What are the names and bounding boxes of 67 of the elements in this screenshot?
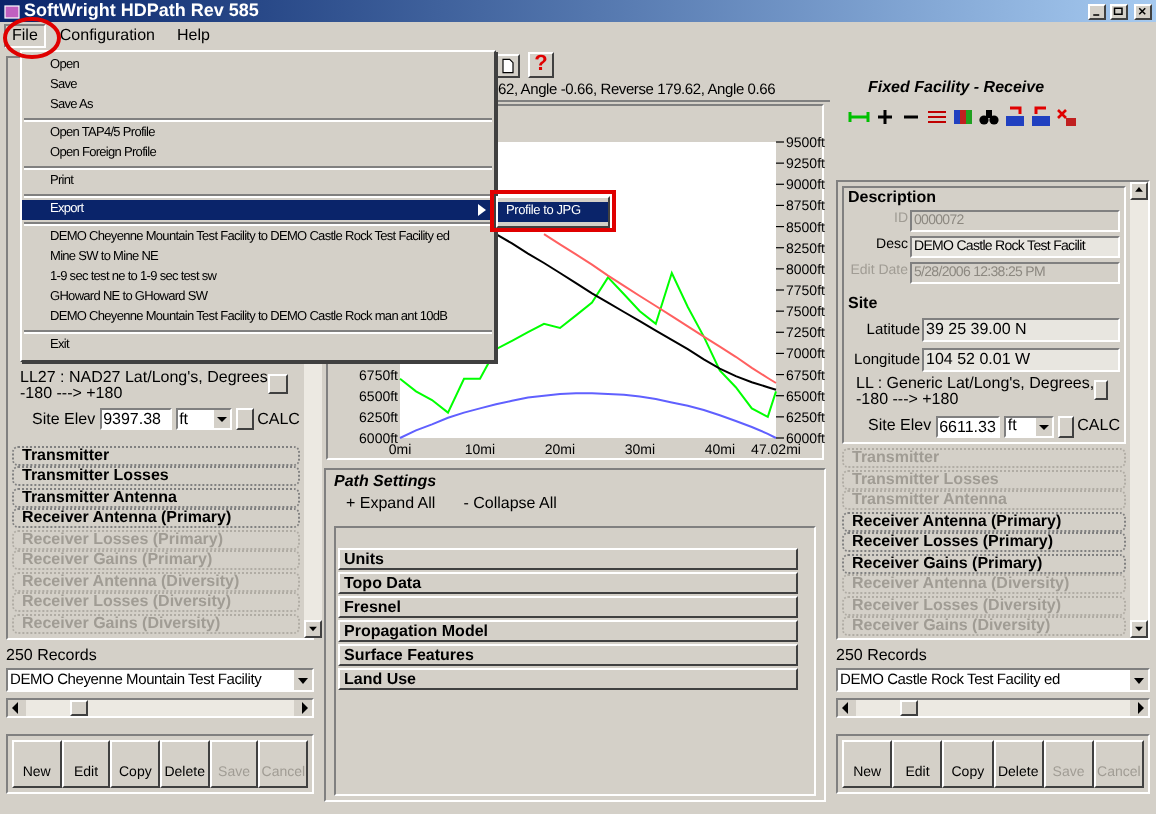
elevation-field[interactable]: 9397.38 <box>99 408 172 430</box>
text-field[interactable]: 39 25 39.00 N <box>922 318 1120 342</box>
scrollbar[interactable] <box>1130 182 1148 638</box>
section-header[interactable]: Receiver Losses (Primary) <box>842 532 1126 552</box>
panel-title: Fixed Facility - Receive <box>866 78 1047 98</box>
scroll-down-icon[interactable] <box>1130 620 1148 638</box>
app-icon <box>4 3 20 19</box>
scroll-right-icon[interactable] <box>1130 700 1148 716</box>
scrollbar[interactable] <box>6 698 314 718</box>
binoculars-icon[interactable] <box>978 105 1000 127</box>
settings-section-header[interactable]: Fresnel <box>338 596 798 618</box>
import-icon[interactable] <box>1004 105 1026 127</box>
scrollbar[interactable] <box>836 698 1150 718</box>
document-icon[interactable] <box>496 53 520 77</box>
text-field[interactable]: 104 52 0.01 W <box>922 348 1120 372</box>
scroll-thumb[interactable] <box>70 700 88 716</box>
calc-label: CALC <box>257 407 300 431</box>
highlight-ellipse <box>2 16 62 60</box>
coordinate-system-text: LL27 : NAD27 Lat/Long's, Degrees <box>20 369 268 385</box>
group-title: Description <box>848 188 939 208</box>
scroll-right-icon[interactable] <box>294 700 312 716</box>
settings-section-header[interactable]: Topo Data <box>338 572 798 594</box>
field-label: Site Elev <box>868 414 932 438</box>
settings-section-header[interactable]: Units <box>338 548 798 570</box>
coordinate-system-text: -180 ---> +180 <box>856 392 959 408</box>
coordinate-button[interactable] <box>267 373 288 393</box>
menu-item[interactable]: Configuration <box>51 24 163 48</box>
calc-button[interactable] <box>235 408 254 430</box>
maximize-icon[interactable] <box>1110 3 1128 19</box>
scroll-left-icon[interactable] <box>838 700 856 716</box>
submenu-arrow-icon <box>478 204 486 216</box>
window-title: SoftWright HDPath Rev 585 <box>24 0 259 22</box>
scroll-thumb[interactable] <box>900 700 918 716</box>
settings-section-header[interactable]: Land Use <box>338 668 798 690</box>
coordinate-system-text: -180 ---> +180 <box>20 385 125 401</box>
field-label: Site Elev <box>32 407 96 431</box>
menu-item[interactable]: Help <box>168 24 218 48</box>
settings-section-header[interactable]: Surface Features <box>338 644 798 666</box>
section-header[interactable]: Transmitter Antenna <box>12 487 300 507</box>
export-icon[interactable] <box>1030 105 1052 127</box>
section-header[interactable]: Receiver Gains (Primary) <box>842 553 1126 573</box>
group-title: Path Settings <box>334 472 439 492</box>
settings-section-header[interactable]: Propagation Model <box>338 620 798 642</box>
calc-label: CALC <box>1077 414 1120 438</box>
calc-button[interactable] <box>1057 415 1074 437</box>
list-icon[interactable] <box>926 105 948 127</box>
section-header[interactable]: Receiver Antenna (Primary) <box>842 511 1126 531</box>
scroll-up-icon[interactable] <box>1130 182 1148 200</box>
collapse-all-link[interactable]: - Collapse All <box>463 492 557 516</box>
group-title: Site <box>848 294 880 314</box>
unit-dropdown[interactable]: ft <box>1003 415 1054 437</box>
expand-all-link[interactable]: + Expand All <box>346 492 436 516</box>
coordinate-button[interactable] <box>1094 380 1108 400</box>
section-header[interactable]: Receiver Antenna (Primary) <box>12 508 300 528</box>
menu-item[interactable]: File <box>4 24 46 48</box>
columns-icon[interactable] <box>952 105 974 127</box>
record-count: 250 Records <box>836 644 929 666</box>
close-icon[interactable] <box>1134 3 1152 19</box>
section-header[interactable]: Transmitter Losses <box>12 466 300 486</box>
minimize-icon[interactable] <box>1088 3 1106 19</box>
scroll-down-icon[interactable] <box>303 620 322 638</box>
section-header[interactable]: Transmitter <box>12 445 300 465</box>
elevation-field[interactable]: 6611.33 <box>935 415 1000 437</box>
scroll-left-icon[interactable] <box>8 700 26 716</box>
record-count: 250 Records <box>6 644 99 666</box>
unit-dropdown[interactable]: ft <box>175 408 232 430</box>
coordinate-system-text: LL : Generic Lat/Long's, Degrees, <box>856 376 1095 392</box>
